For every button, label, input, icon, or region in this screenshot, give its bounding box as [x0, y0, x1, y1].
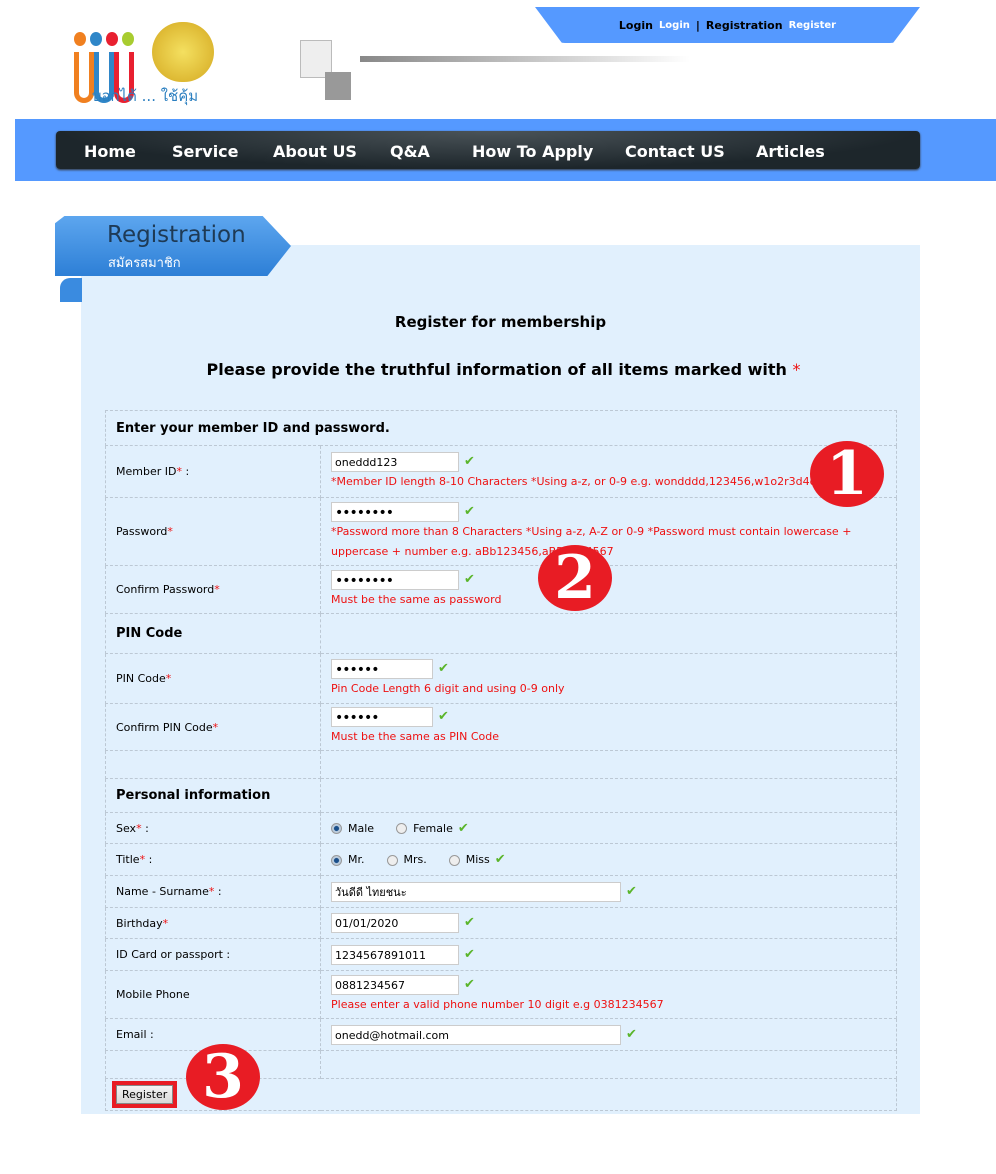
section-personal: Personal information: [105, 778, 321, 813]
mobile-input[interactable]: 0881234567: [331, 974, 459, 995]
register-button[interactable]: Register: [116, 1085, 174, 1104]
main-nav: Home Service About US Q&A How To Apply C…: [56, 131, 920, 169]
confirm-pin-label: Confirm PIN Code*: [105, 703, 321, 751]
login-label: Login: [618, 18, 653, 32]
radio-male[interactable]: [331, 823, 342, 834]
confirm-password-label: Confirm Password*: [105, 565, 321, 614]
check-icon: ✔: [438, 709, 449, 724]
radio-mr[interactable]: [331, 854, 342, 866]
required-mark: *: [792, 360, 801, 379]
member-id-input[interactable]: oneddd123: [331, 451, 459, 472]
birthday-label: Birthday*: [105, 907, 321, 939]
check-icon: ✔: [464, 915, 475, 930]
check-icon: ✔: [457, 820, 469, 836]
registration-form: Enter your member ID and password. Membe…: [105, 410, 897, 1111]
member-id-label: Member ID* :: [105, 445, 321, 498]
mobile-hint: Please enter a valid phone number 10 dig…: [331, 997, 664, 1011]
email-input[interactable]: onedd@hotmail.com: [331, 1024, 621, 1045]
tab-decoration: [60, 278, 82, 302]
registration-label: Registration: [705, 18, 783, 32]
check-icon: ✔: [464, 571, 475, 587]
id-card-label: ID Card or passport :: [105, 938, 321, 971]
check-icon: ✔: [464, 946, 475, 962]
radio-mrs[interactable]: [386, 854, 398, 866]
nav-articles[interactable]: Articles: [756, 142, 825, 161]
pin-label: PIN Code*: [105, 653, 321, 704]
birthday-input[interactable]: 01/01/2020: [331, 913, 459, 933]
id-card-input[interactable]: 1234567891011: [331, 944, 459, 965]
mrs-label: Mrs.: [403, 853, 427, 866]
pin-input[interactable]: ••••••: [331, 658, 433, 679]
password-input[interactable]: ••••••••: [331, 501, 459, 522]
annotation-2: 2: [538, 545, 612, 611]
female-label: Female: [413, 821, 453, 835]
password-hint: *Password more than 8 Characters *Using …: [331, 524, 852, 558]
form-title: Register for membership: [394, 313, 607, 331]
register-button-highlight: Register: [112, 1081, 178, 1108]
pin-hint: Pin Code Length 6 digit and using 0-9 on…: [331, 681, 565, 695]
title-label: Title* :: [105, 843, 321, 876]
radio-female[interactable]: [396, 823, 408, 834]
confirm-pin-input[interactable]: ••••••: [331, 707, 433, 727]
nav-qa[interactable]: Q&A: [390, 142, 430, 161]
register-link[interactable]: Register: [789, 20, 837, 31]
check-icon: ✔: [464, 453, 475, 469]
login-link[interactable]: Login: [659, 20, 690, 31]
annotation-3: 3: [186, 1044, 260, 1110]
name-label: Name - Surname* :: [105, 875, 321, 908]
check-icon: ✔: [494, 852, 506, 867]
nav-about-us[interactable]: About US: [273, 142, 357, 161]
check-icon: ✔: [626, 883, 637, 899]
instruction-text: Please provide the truthful information …: [206, 360, 787, 379]
password-label: Password*: [105, 497, 321, 566]
nav-how-to-apply[interactable]: How To Apply: [472, 142, 593, 161]
section-account: Enter your member ID and password.: [105, 410, 897, 446]
miss-label: Miss: [465, 853, 490, 866]
tab-subtitle: สมัครสมาชิก: [108, 256, 181, 271]
male-label: Male: [348, 821, 375, 835]
form-instruction: Please provide the truthful information …: [81, 360, 926, 379]
confirm-pin-hint: Must be the same as PIN Code: [331, 730, 499, 743]
check-icon: ✔: [626, 1026, 637, 1042]
separator: |: [695, 18, 700, 32]
decorative-line: [360, 56, 690, 62]
check-icon: ✔: [438, 660, 449, 676]
logo-slogan: บอกได้ ... ใช้คุ้ม: [92, 87, 199, 105]
section-pin: PIN Code: [105, 613, 321, 654]
confirm-password-hint: Must be the same as password: [331, 592, 502, 606]
check-icon: ✔: [464, 503, 475, 519]
name-input[interactable]: วันดีดี ไทยชนะ: [331, 881, 621, 902]
nav-service[interactable]: Service: [172, 142, 239, 161]
mobile-label: Mobile Phone: [105, 970, 321, 1019]
sex-label: Sex* :: [105, 812, 321, 844]
annotation-1: 1: [810, 441, 884, 507]
radio-miss[interactable]: [448, 854, 460, 866]
confirm-password-input[interactable]: ••••••••: [331, 569, 459, 590]
nav-home[interactable]: Home: [84, 142, 136, 161]
nav-contact-us[interactable]: Contact US: [625, 142, 725, 161]
account-links: Login Login | Registration Register: [535, 7, 920, 43]
member-card-image: [300, 40, 360, 100]
tab-title: Registration: [107, 222, 246, 248]
mr-label: Mr.: [348, 853, 365, 866]
check-icon: ✔: [464, 976, 475, 992]
